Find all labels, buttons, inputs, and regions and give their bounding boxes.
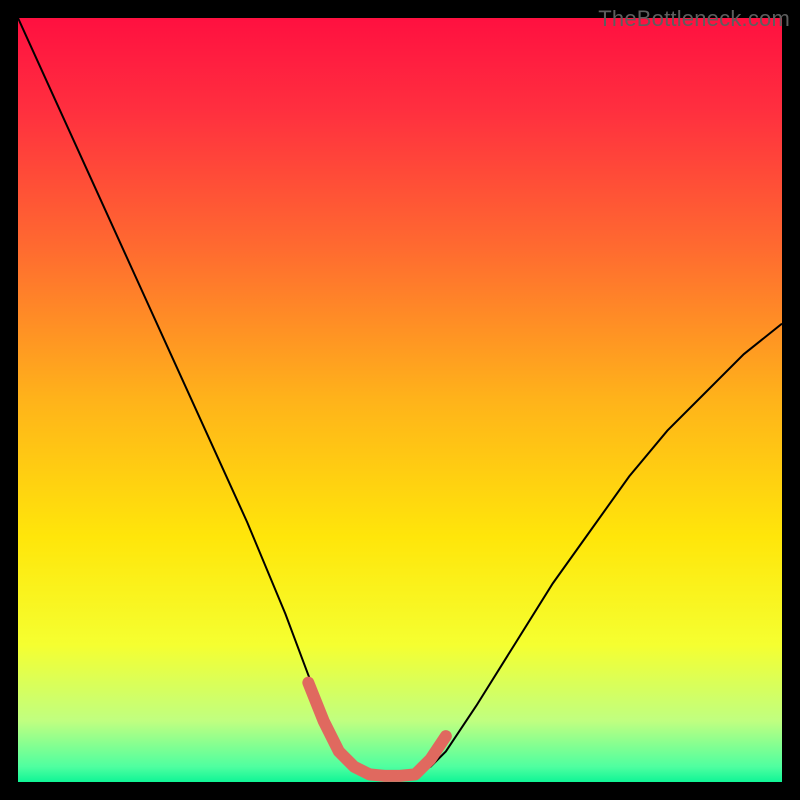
watermark-text: TheBottleneck.com [598,6,790,32]
chart-plot-area [18,18,782,782]
chart-background [18,18,782,782]
chart-svg [18,18,782,782]
